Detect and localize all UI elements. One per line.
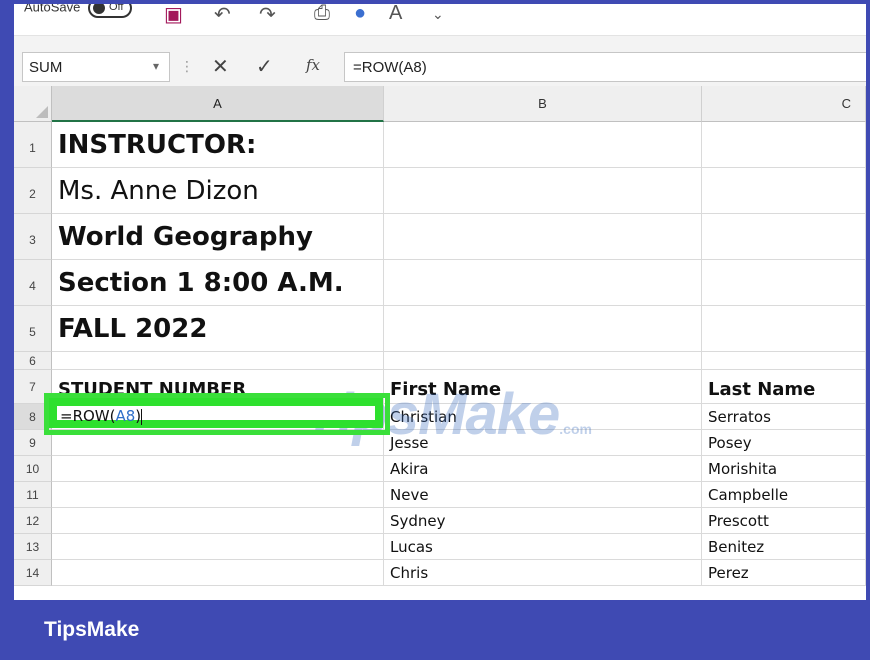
cell-b2[interactable] — [384, 168, 702, 214]
font-icon[interactable]: A — [389, 4, 402, 25]
row-header-6[interactable]: 6 — [14, 352, 52, 370]
cell-a12[interactable] — [52, 508, 384, 534]
cell-b1[interactable] — [384, 122, 702, 168]
table-row: FALL 2022 — [52, 306, 866, 352]
name-box-value: SUM — [29, 59, 63, 76]
table-row: Neve Campbelle — [52, 482, 866, 508]
cell-b11[interactable]: Neve — [384, 482, 702, 508]
cell-a4[interactable]: Section 1 8:00 A.M. — [52, 260, 384, 306]
enter-entry-button[interactable]: ✓ — [256, 54, 273, 79]
cell-a2[interactable]: Ms. Anne Dizon — [52, 168, 384, 214]
cell-a5[interactable]: FALL 2022 — [52, 306, 384, 352]
row-header-14[interactable]: 14 — [14, 560, 52, 586]
autosave-state: Off — [109, 4, 124, 13]
name-box-dropdown-icon[interactable]: ▾ — [153, 59, 159, 73]
cell-a1[interactable]: INSTRUCTOR: — [52, 122, 384, 168]
frame-left — [0, 0, 14, 600]
watermark-suffix: .com — [559, 421, 592, 437]
cell-c13[interactable]: Benitez — [702, 534, 866, 560]
row-header-2[interactable]: 2 — [14, 168, 52, 214]
cell-c8[interactable]: Serratos — [702, 404, 866, 430]
table-row: Lucas Benitez — [52, 534, 866, 560]
cell-c4[interactable] — [702, 260, 866, 306]
row-header-13[interactable]: 13 — [14, 534, 52, 560]
table-row — [52, 352, 866, 370]
redo-icon[interactable]: ↷ — [259, 4, 276, 27]
customize-qat-icon[interactable]: ⌄ — [432, 6, 444, 23]
active-cell-formula: =ROW(A8) — [60, 407, 143, 425]
row-header-3[interactable]: 3 — [14, 214, 52, 260]
cell-a10[interactable] — [52, 456, 384, 482]
row-header-11[interactable]: 11 — [14, 482, 52, 508]
cell-a11[interactable] — [52, 482, 384, 508]
cell-b13[interactable]: Lucas — [384, 534, 702, 560]
quick-access-toolbar: AutoSave Off ▣ ↶ ↷ ⎙ ● A ⌄ — [14, 4, 866, 36]
insert-function-button[interactable]: fx — [306, 56, 320, 74]
footer-banner: TipsMake — [0, 600, 870, 660]
table-row: Sydney Prescott — [52, 508, 866, 534]
formula-text: =ROW(A8) — [353, 59, 427, 76]
name-box[interactable]: SUM ▾ — [22, 52, 170, 82]
cell-c6[interactable] — [702, 352, 866, 370]
cell-c14[interactable]: Perez — [702, 560, 866, 586]
save-icon[interactable]: ▣ — [164, 4, 183, 27]
divider-dots-icon: ⋮ — [180, 58, 194, 74]
cell-a14[interactable] — [52, 560, 384, 586]
cell-c10[interactable]: Morishita — [702, 456, 866, 482]
row-header-4[interactable]: 4 — [14, 260, 52, 306]
cell-a6[interactable] — [52, 352, 384, 370]
cell-c3[interactable] — [702, 214, 866, 260]
cell-b14[interactable]: Chris — [384, 560, 702, 586]
cell-a3[interactable]: World Geography — [52, 214, 384, 260]
autosave-label: AutoSave — [24, 4, 81, 15]
cell-c9[interactable]: Posey — [702, 430, 866, 456]
cell-reference: A8 — [115, 407, 136, 425]
table-row: Akira Morishita — [52, 456, 866, 482]
autosave-switch[interactable]: Off — [88, 4, 132, 18]
cell-b12[interactable]: Sydney — [384, 508, 702, 534]
quick-print-icon[interactable]: ⎙ — [314, 4, 330, 25]
cell-b3[interactable] — [384, 214, 702, 260]
cell-b4[interactable] — [384, 260, 702, 306]
column-header-c[interactable]: C — [702, 86, 866, 122]
spreadsheet-grid[interactable]: A B C 1 INSTRUCTOR: 2 Ms. Anne Dizon 3 World … — [14, 86, 866, 600]
cell-c5[interactable] — [702, 306, 866, 352]
cell-c2[interactable] — [702, 168, 866, 214]
touch-mode-icon[interactable]: ● — [354, 4, 366, 25]
autosave-toggle[interactable]: AutoSave Off — [24, 4, 132, 18]
cancel-entry-button[interactable]: ✕ — [212, 54, 229, 79]
row-header-10[interactable]: 10 — [14, 456, 52, 482]
cell-c1[interactable] — [702, 122, 866, 168]
cell-c7[interactable]: Last Name — [702, 370, 866, 404]
cell-a13[interactable] — [52, 534, 384, 560]
column-header-b[interactable]: B — [384, 86, 702, 122]
table-row: World Geography — [52, 214, 866, 260]
frame-right — [866, 0, 870, 600]
formula-input[interactable]: =ROW(A8) — [344, 52, 866, 82]
table-row: Ms. Anne Dizon — [52, 168, 866, 214]
row-header-12[interactable]: 12 — [14, 508, 52, 534]
table-row: Chris Perez — [52, 560, 866, 586]
table-row: INSTRUCTOR: — [52, 122, 866, 168]
cell-c12[interactable]: Prescott — [702, 508, 866, 534]
table-row: Section 1 8:00 A.M. — [52, 260, 866, 306]
formula-bar-area: SUM ▾ ⋮ ✕ ✓ fx =ROW(A8) — [14, 36, 866, 86]
row-header-1[interactable]: 1 — [14, 122, 52, 168]
select-all-button[interactable] — [14, 86, 52, 122]
cell-b5[interactable] — [384, 306, 702, 352]
cell-b6[interactable] — [384, 352, 702, 370]
footer-brand: TipsMake — [44, 618, 140, 641]
row-header-5[interactable]: 5 — [14, 306, 52, 352]
active-cell-editor[interactable]: =ROW(A8) — [49, 398, 383, 428]
column-header-a[interactable]: A — [52, 86, 384, 122]
undo-icon[interactable]: ↶ — [214, 4, 231, 27]
cell-c11[interactable]: Campbelle — [702, 482, 866, 508]
cell-b10[interactable]: Akira — [384, 456, 702, 482]
